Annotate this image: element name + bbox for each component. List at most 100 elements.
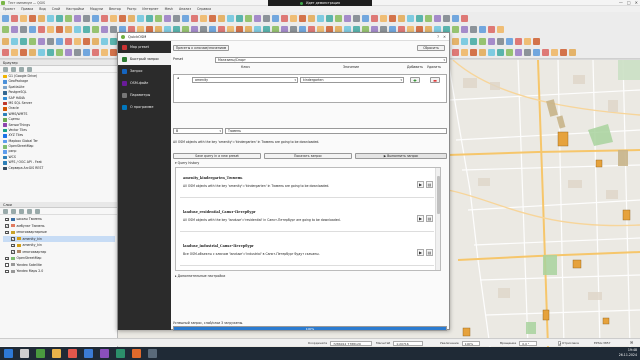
excel-icon[interactable] [116, 349, 125, 358]
preset-select[interactable]: Магазины/Спорт [215, 57, 447, 64]
save-history-button[interactable]: ▤ [426, 249, 433, 256]
toolbar-tool-icon[interactable] [74, 26, 81, 33]
toolbar-tool-icon[interactable] [101, 49, 108, 56]
properties-icon[interactable] [27, 67, 32, 72]
toolbar-tool-icon[interactable] [398, 14, 405, 22]
collapse-icon[interactable] [19, 67, 24, 72]
toolbar-tool-icon[interactable] [101, 14, 108, 22]
start-icon[interactable] [4, 349, 13, 358]
toolbar-tool-icon[interactable] [20, 49, 27, 56]
dialog-tab[interactable]: OSM-файл [118, 77, 171, 89]
chrome-icon[interactable] [68, 349, 77, 358]
toolbar-tool-icon[interactable] [56, 14, 63, 22]
toolbar-tool-icon[interactable] [173, 14, 180, 22]
toolbar-tool-icon[interactable] [2, 37, 9, 45]
presets-button[interactable]: Пресеты к ключам/значениям [173, 45, 229, 51]
toolbar-tool-icon[interactable] [461, 14, 468, 22]
toolbar-tool-icon[interactable] [452, 37, 459, 45]
toolbar-tool-icon[interactable] [551, 49, 558, 56]
toolbar-tool-icon[interactable] [200, 14, 207, 22]
toolbar-tool-icon[interactable] [236, 14, 243, 22]
toolbar-tool-icon[interactable] [20, 14, 27, 22]
toolbar-tool-icon[interactable] [92, 37, 99, 45]
filter-icon[interactable] [11, 67, 16, 72]
run-history-button[interactable]: ▶ [417, 249, 424, 256]
toolbar-tool-icon[interactable] [209, 14, 216, 22]
browser-item[interactable]: Сервера ArcGIS REST [3, 166, 114, 171]
toolbar-tool-icon[interactable] [515, 49, 522, 56]
add-group-icon[interactable] [11, 209, 16, 214]
magnifier-field[interactable]: 100% [461, 340, 480, 346]
toolbar-tool-icon[interactable] [461, 26, 468, 33]
toolbar-tool-icon[interactable] [20, 37, 27, 45]
toolbar-tool-icon[interactable] [434, 14, 441, 22]
toolbar-tool-icon[interactable] [11, 37, 18, 45]
history-entry[interactable]: landuse_industrial_Санкт-Петербург Все OS… [180, 240, 434, 266]
layer-visibility-checkbox[interactable]: ✓ [11, 243, 15, 247]
toolbar-tool-icon[interactable] [56, 26, 63, 33]
toolbar-tool-icon[interactable] [488, 26, 495, 33]
settings-icon[interactable] [148, 349, 157, 358]
scale-field[interactable]: 1:20716 [393, 340, 424, 346]
history-entry[interactable]: landuse_residential_Санкт-Петербург All O… [180, 206, 434, 232]
toolbar-tool-icon[interactable] [38, 14, 45, 22]
toolbar-tool-icon[interactable] [263, 14, 270, 22]
toolbar-tool-icon[interactable] [479, 49, 486, 56]
toolbar-tool-icon[interactable] [191, 14, 198, 22]
toolbar-tool-icon[interactable] [407, 14, 414, 22]
toolbar-tool-icon[interactable] [479, 37, 486, 45]
toolbar-tool-icon[interactable] [461, 37, 468, 45]
layer-item[interactable]: Yandex Maps 2.0 [3, 268, 115, 275]
toolbar-tool-icon[interactable] [452, 26, 459, 33]
app-icon[interactable] [100, 349, 109, 358]
toolbar-tool-icon[interactable] [65, 37, 72, 45]
toolbar-tool-icon[interactable] [56, 49, 63, 56]
toolbar-tool-icon[interactable] [416, 14, 423, 22]
toolbar-tool-icon[interactable] [533, 37, 540, 45]
toolbar-tool-icon[interactable] [38, 26, 45, 33]
key-select[interactable]: amenity [192, 77, 298, 84]
history-scrollbar[interactable] [435, 168, 440, 270]
layer-visibility-checkbox[interactable]: ✓ [5, 230, 9, 234]
toolbar-tool-icon[interactable] [65, 49, 72, 56]
toolbar-tool-icon[interactable] [461, 49, 468, 56]
layer-visibility-checkbox[interactable]: ✓ [5, 256, 9, 260]
toolbar-tool-icon[interactable] [488, 37, 495, 45]
toolbar-tool-icon[interactable] [83, 26, 90, 33]
toolbar-tool-icon[interactable] [74, 37, 81, 45]
toolbar-tool-icon[interactable] [29, 37, 36, 45]
toolbar-tool-icon[interactable] [164, 14, 171, 22]
toolbar-tool-icon[interactable] [2, 49, 9, 56]
toolbar-tool-icon[interactable] [101, 26, 108, 33]
toolbar-tool-icon[interactable] [353, 14, 360, 22]
run-history-button[interactable]: ▶ [417, 181, 424, 188]
toolbar-tool-icon[interactable] [47, 49, 54, 56]
toolbar-tool-icon[interactable] [11, 26, 18, 33]
toolbar-tool-icon[interactable] [29, 26, 36, 33]
toolbar-tool-icon[interactable] [362, 14, 369, 22]
toolbar-tool-icon[interactable] [38, 49, 45, 56]
toolbar-tool-icon[interactable] [119, 14, 126, 22]
remove-layer-icon[interactable] [35, 209, 40, 214]
dialog-close-button[interactable]: ✕ [443, 33, 446, 41]
history-scrollbar-thumb[interactable] [437, 176, 440, 214]
qgis-taskbar-icon[interactable] [36, 349, 45, 358]
toolbar-tool-icon[interactable] [56, 37, 63, 45]
toolbar-tool-icon[interactable] [92, 49, 99, 56]
toolbar-tool-icon[interactable] [74, 49, 81, 56]
toolbar-tool-icon[interactable] [425, 14, 432, 22]
word-icon[interactable] [84, 349, 93, 358]
toolbar-tool-icon[interactable] [218, 14, 225, 22]
toolbar-tool-icon[interactable] [452, 14, 459, 22]
toolbar-tool-icon[interactable] [371, 14, 378, 22]
render-checkbox[interactable]: ✔ [558, 340, 562, 346]
refresh-icon[interactable] [3, 67, 8, 72]
toolbar-tool-icon[interactable] [443, 14, 450, 22]
save-history-button[interactable]: ▤ [426, 181, 433, 188]
dialog-tab[interactable]: О программе [118, 101, 171, 113]
toolbar-tool-icon[interactable] [128, 14, 135, 22]
run-history-button[interactable]: ▶ [417, 215, 424, 222]
messages-icon[interactable]: ✉ [630, 339, 633, 347]
reset-button[interactable]: Сбросить [417, 45, 445, 51]
toolbar-tool-icon[interactable] [2, 14, 9, 22]
